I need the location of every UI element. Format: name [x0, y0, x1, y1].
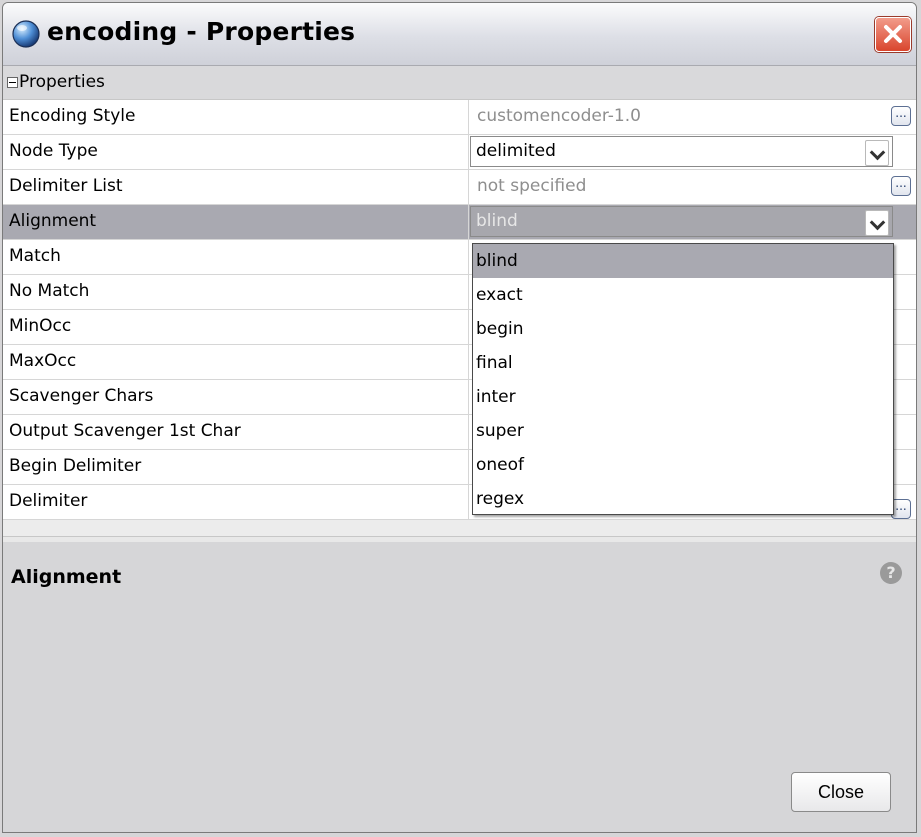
- description-pane: Alignment ? Close: [3, 536, 916, 832]
- select-value: delimited: [476, 141, 556, 161]
- column-divider: [468, 240, 469, 274]
- dropdown-option[interactable]: blind: [473, 244, 893, 278]
- dropdown-arrow-button[interactable]: [865, 210, 889, 236]
- column-divider: [468, 170, 469, 204]
- ellipsis-button[interactable]: ...: [891, 499, 911, 519]
- property-name: Scavenger Chars: [9, 386, 154, 406]
- dropdown-option[interactable]: begin: [473, 312, 893, 346]
- column-divider: [468, 380, 469, 414]
- dropdown-option[interactable]: regex: [473, 482, 893, 516]
- ellipsis-button[interactable]: ...: [891, 176, 911, 196]
- dropdown-arrow-button[interactable]: [865, 140, 889, 166]
- column-divider: [468, 205, 469, 239]
- help-icon[interactable]: ?: [880, 562, 902, 584]
- section-label: Properties: [19, 72, 105, 92]
- node-type-select[interactable]: delimited: [470, 136, 893, 167]
- property-name: MaxOcc: [9, 351, 77, 371]
- description-title: Alignment: [11, 566, 122, 588]
- property-value[interactable]: customencoder-1.0: [477, 106, 641, 126]
- property-row-node-type[interactable]: Node Type delimited: [3, 135, 916, 170]
- column-divider: [468, 275, 469, 309]
- column-divider: [468, 345, 469, 379]
- ellipsis-button[interactable]: ...: [891, 106, 911, 126]
- chevron-down-icon: [869, 214, 886, 231]
- chevron-down-icon: [869, 144, 886, 161]
- title-bar[interactable]: encoding - Properties: [3, 3, 916, 66]
- property-row-delimiter-list[interactable]: Delimiter List not specified ...: [3, 170, 916, 205]
- property-row-encoding-style[interactable]: Encoding Style customencoder-1.0 ...: [3, 100, 916, 135]
- column-divider: [468, 135, 469, 169]
- dropdown-option[interactable]: oneof: [473, 448, 893, 482]
- close-icon[interactable]: [875, 17, 911, 52]
- sphere-icon: [12, 20, 40, 48]
- alignment-select[interactable]: blind: [470, 206, 893, 237]
- window-title: encoding - Properties: [47, 17, 356, 46]
- properties-section-header[interactable]: Properties: [3, 66, 916, 100]
- column-divider: [468, 450, 469, 484]
- property-value[interactable]: not specified: [477, 176, 586, 196]
- property-name: No Match: [9, 281, 90, 301]
- property-name: Delimiter: [9, 491, 88, 511]
- select-value: blind: [476, 211, 518, 231]
- property-name: MinOcc: [9, 316, 72, 336]
- alignment-dropdown-list[interactable]: blind exact begin final inter super oneo…: [472, 243, 894, 515]
- dropdown-option[interactable]: exact: [473, 278, 893, 312]
- dropdown-option[interactable]: super: [473, 414, 893, 448]
- column-divider: [468, 310, 469, 344]
- column-divider: [468, 100, 469, 134]
- property-name: Begin Delimiter: [9, 456, 142, 476]
- property-row-alignment[interactable]: Alignment blind: [3, 205, 916, 240]
- property-name: Encoding Style: [9, 106, 136, 126]
- collapse-minus-icon[interactable]: [7, 77, 18, 88]
- dropdown-option[interactable]: inter: [473, 380, 893, 414]
- close-button[interactable]: Close: [791, 772, 891, 812]
- property-name: Delimiter List: [9, 176, 123, 196]
- property-name: Match: [9, 246, 61, 266]
- column-divider: [468, 415, 469, 449]
- column-divider: [468, 485, 469, 519]
- property-name: Output Scavenger 1st Char: [9, 421, 241, 441]
- property-name: Node Type: [9, 141, 98, 161]
- dropdown-option[interactable]: final: [473, 346, 893, 380]
- property-name: Alignment: [9, 211, 97, 231]
- properties-dialog: encoding - Properties Properties Encodin…: [2, 2, 917, 833]
